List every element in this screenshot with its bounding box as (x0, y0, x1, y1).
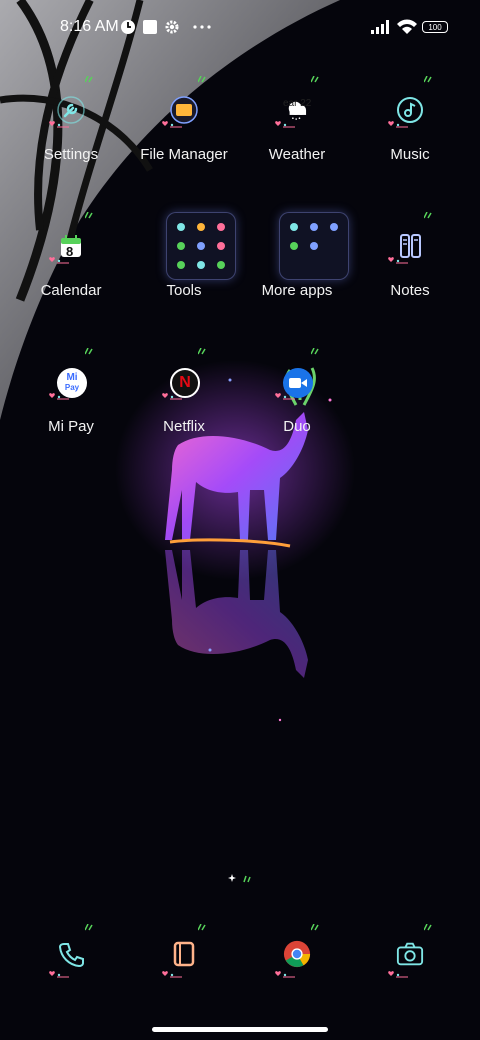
app-music[interactable]: Music (354, 76, 466, 190)
chrome-icon (283, 940, 311, 968)
home-indicator[interactable] (152, 1027, 328, 1032)
video-camera-icon (283, 368, 313, 398)
app-duo[interactable]: Duo (241, 348, 353, 462)
notebook-icon (170, 940, 198, 968)
app-netflix[interactable]: N Netflix (128, 348, 240, 462)
dock-camera[interactable] (354, 922, 466, 1032)
app-label: Notes (390, 282, 430, 299)
dock-notebook[interactable] (128, 922, 240, 1032)
music-note-icon (396, 96, 424, 124)
app-label: Calendar (40, 282, 102, 299)
dock-chrome[interactable] (241, 922, 353, 1032)
app-label: Settings (43, 146, 99, 163)
weather-badge: ear 22 (283, 98, 312, 109)
app-calendar[interactable]: 8 Calendar (15, 212, 127, 326)
folder-icon (170, 96, 198, 124)
app-label: Music (390, 146, 430, 163)
app-label: More apps (261, 282, 333, 299)
app-label: Duo (283, 418, 311, 435)
battery-icon: 100 (422, 21, 448, 33)
wrench-icon (57, 96, 85, 124)
folder-more-apps[interactable]: More apps (241, 206, 353, 326)
more-dots-icon (192, 16, 212, 41)
folder-tools[interactable]: Tools (128, 206, 240, 326)
dock-phone[interactable] (15, 922, 127, 1032)
folder-grid-icon (166, 212, 236, 280)
phone-icon (57, 940, 85, 968)
app-settings[interactable]: Settings (15, 76, 127, 190)
calendar-day: 8 (66, 244, 74, 259)
mipay-icon: Mi Pay (57, 368, 87, 398)
app-notes[interactable]: Notes (354, 212, 466, 326)
signal-icon (370, 16, 392, 41)
folder-grid-icon (279, 212, 349, 280)
app-label: Netflix (163, 418, 205, 435)
status-time: 8:16 AM (60, 18, 119, 35)
app-label: Mi Pay (48, 418, 94, 435)
clock-icon (120, 16, 136, 41)
notes-icon (396, 232, 424, 260)
page-indicator (228, 874, 251, 883)
app-mi-pay[interactable]: Mi Pay Mi Pay (15, 348, 127, 462)
wifi-icon (396, 16, 418, 41)
gear-icon (164, 16, 180, 41)
status-bar: 8:16 AM 100 (0, 0, 480, 56)
app-file-manager[interactable]: File Manager (128, 76, 240, 190)
square-notification-icon (142, 16, 158, 41)
app-label: File Manager (140, 146, 228, 163)
app-label: Weather (268, 146, 326, 163)
app-weather[interactable]: ear 22 Weather (241, 76, 353, 190)
app-label: Tools (166, 282, 202, 299)
camera-icon (396, 940, 424, 968)
netflix-icon: N (170, 368, 200, 398)
